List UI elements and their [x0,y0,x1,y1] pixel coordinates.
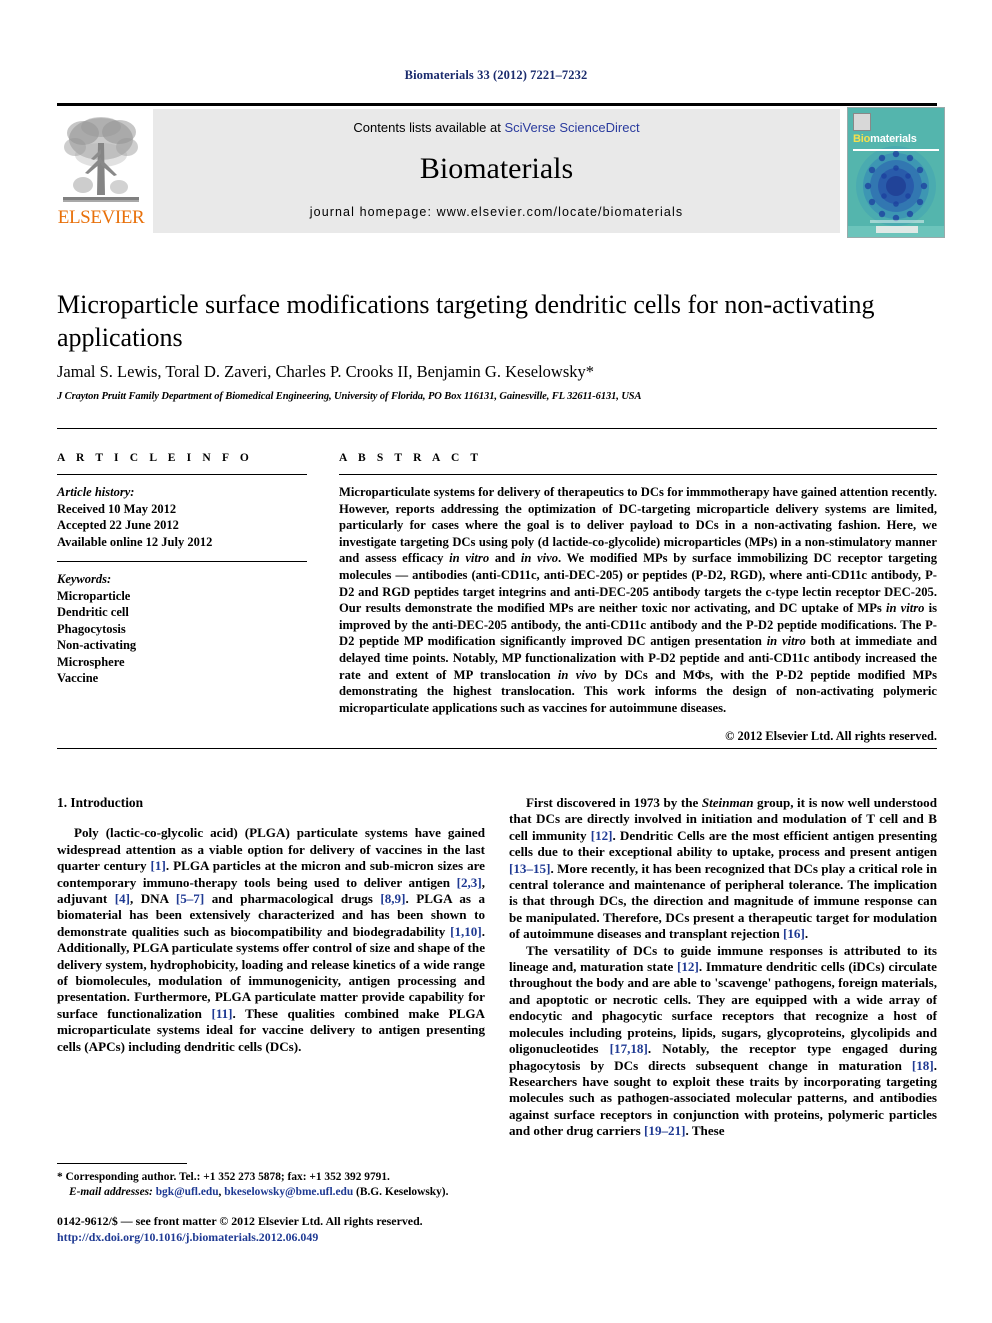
running-head: Biomaterials 33 (2012) 7221–7232 [404,68,588,82]
abstract-italic: in vitro [766,634,806,649]
keyword-item: Dendritic cell [57,605,129,619]
citation-link[interactable]: [2,3] [457,875,482,890]
band-bottom-rule [57,748,937,749]
citation-link[interactable]: [12] [591,828,613,843]
citation-link[interactable]: [4] [115,891,130,906]
sciencedirect-link[interactable]: SciVerse ScienceDirect [504,120,639,135]
article-history-label: Article history: [57,485,135,499]
article-info-column: A R T I C L E I N F O Article history: R… [57,452,307,687]
corresponding-author-note: * Corresponding author. Tel.: +1 352 273… [57,1171,390,1183]
abstract-italic: in vivo [520,551,559,566]
journal-masthead: ELSEVIER Contents lists available at Sci… [57,103,945,238]
body-column-left: 1. Introduction Poly (lactic-co-glycolic… [57,795,485,1055]
journal-homepage-link[interactable]: journal homepage: www.elsevier.com/locat… [153,205,840,219]
keywords-rule [57,561,307,562]
abstract-heading: A B S T R A C T [339,452,483,464]
contents-prefix: Contents lists available at [353,120,505,135]
citation-link[interactable]: [12] [677,959,699,974]
journal-band: Contents lists available at SciVerse Sci… [153,109,840,233]
keyword-item: Vaccine [57,671,99,685]
cover-divider [853,149,939,151]
abstract-part: and [489,551,521,566]
cover-title-materials: materials [870,133,917,145]
keyword-item: Phagocytosis [57,621,126,636]
elsevier-logo: ELSEVIER [57,109,145,236]
citation-link[interactable]: [13–15] [509,861,550,876]
keywords-label: Keywords: [57,572,112,586]
abstract-copyright: © 2012 Elsevier Ltd. All rights reserved… [725,729,937,744]
citation-link[interactable]: [11] [211,1006,232,1021]
abstract-rule [339,474,937,475]
keyword-item: Microparticle [57,588,131,603]
citation-link[interactable]: [17,18] [610,1041,648,1056]
front-matter-line: 0142-9612/$ — see front matter © 2012 El… [57,1214,423,1228]
keyword-item: Non-activating [57,638,137,652]
email-label: E-mail addresses: [69,1185,153,1198]
affiliation: J Crayton Pruitt Family Department of Bi… [57,391,642,402]
intro-paragraph: First discovered in 1973 by the Steinman… [509,795,937,942]
article-info-rule [57,474,307,475]
article-history-received: Received 10 May 2012 [57,501,177,516]
abstract-column: A B S T R A C T Microparticulate systems… [339,452,937,744]
footnote-block: * Corresponding author. Tel.: +1 352 273… [57,1170,485,1199]
email-link-primary[interactable]: bgk@ufl.edu [156,1186,219,1198]
article-history-accepted: Accepted 22 June 2012 [57,518,179,532]
band-top-rule [57,428,937,429]
abstract-italic: in vivo [557,667,597,682]
citation-link[interactable]: [5–7] [176,891,204,906]
italic-term: Steinman [701,795,754,810]
masthead-top-rule [57,103,937,106]
cover-footline [870,220,924,223]
citation-link[interactable]: [16] [783,926,805,941]
intro-paragraph: Poly (lactic-co-glycolic acid) (PLGA) pa… [57,825,485,1054]
citation-link[interactable]: [1] [151,858,166,873]
footnote-rule [57,1163,187,1164]
author-list: Jamal S. Lewis, Toral D. Zaveri, Charles… [57,362,594,381]
abstract-italic: in vitro [449,551,490,566]
cover-footbox [876,226,918,233]
cover-elsevier-mark [853,113,871,131]
elsevier-wordmark: ELSEVIER [57,207,145,228]
email-owner: (B.G. Keselowsky). [353,1185,449,1198]
cover-title: Biomaterials [853,133,917,145]
abstract-italic: in vitro [885,601,925,616]
doi-link[interactable]: http://dx.doi.org/10.1016/j.biomaterials… [57,1230,527,1246]
email-link-secondary[interactable]: bkeselowsky@bme.ufl.edu [224,1186,353,1198]
contents-available-line: Contents lists available at SciVerse Sci… [153,120,840,135]
imprint-block: 0142-9612/$ — see front matter © 2012 El… [57,1214,527,1245]
introduction-heading: 1. Introduction [57,795,144,810]
journal-cover-thumbnail: Biomaterials [847,107,945,238]
keyword-item: Microsphere [57,654,125,669]
intro-paragraph: The versatility of DCs to guide immune r… [509,942,937,1139]
elsevier-tree-icon [63,117,139,202]
article-info-heading: A R T I C L E I N F O [57,452,253,464]
citation-link[interactable]: [19–21] [644,1123,685,1138]
citation-link[interactable]: [8,9] [380,891,405,906]
page-title: Microparticle surface modifications targ… [57,290,875,352]
article-history-online: Available online 12 July 2012 [57,534,213,549]
journal-article-page: Biomaterials 33 (2012) 7221–7232 ELSEVIE… [0,0,992,1323]
citation-link[interactable]: [1,10] [450,924,482,939]
body-column-right: First discovered in 1973 by the Steinman… [509,795,937,1140]
abstract-body: Microparticulate systems for delivery of… [339,484,937,716]
journal-title: Biomaterials [419,152,574,185]
cover-title-bio: Bio [853,133,871,145]
email-note: E-mail addresses: bgk@ufl.edu, bkeselows… [57,1185,485,1200]
citation-link[interactable]: [18] [912,1058,934,1073]
